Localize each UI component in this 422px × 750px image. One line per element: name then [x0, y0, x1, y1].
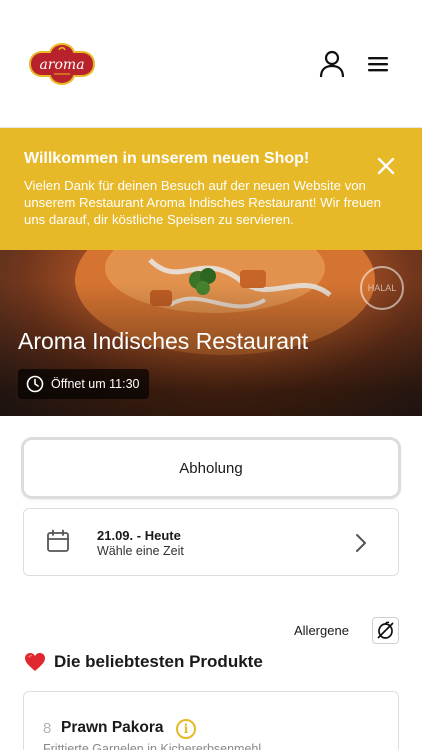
pickup-button[interactable]: Abholung: [24, 440, 398, 496]
allergens-label: Allergene: [294, 623, 349, 638]
product-name: Prawn Pakora: [61, 719, 164, 736]
product-description: Frittierte Garnelen in Kichererbsenmehl: [43, 742, 262, 750]
user-account-button[interactable]: [318, 50, 346, 78]
close-icon: [377, 157, 395, 175]
banner-title: Willkommen in unserem neuen Shop!: [24, 150, 310, 167]
user-icon: [319, 50, 345, 78]
clock-icon: [26, 375, 44, 393]
date-time-selector[interactable]: 21.09. - Heute Wähle eine Zeit: [23, 508, 399, 576]
app-header: aroma: [0, 0, 422, 128]
allergens-filter-button[interactable]: [372, 617, 399, 644]
aroma-logo[interactable]: aroma: [24, 40, 100, 88]
choose-time-label: Wähle eine Zeit: [97, 544, 184, 558]
restaurant-name: Aroma Indisches Restaurant: [18, 328, 309, 354]
allergen-icon: [377, 621, 394, 639]
info-icon[interactable]: i: [176, 719, 196, 739]
halal-badge: HALAL: [360, 266, 404, 310]
welcome-banner: Willkommen in unserem neuen Shop! Vielen…: [0, 128, 422, 250]
heart-icon: [25, 653, 45, 671]
opening-hours-text: Öffnet um 11:30: [51, 377, 140, 391]
hamburger-menu-icon: [368, 57, 388, 72]
popular-products-title: Die beliebtesten Produkte: [54, 652, 263, 671]
product-card[interactable]: 8 Prawn Pakora i Frittierte Garnelen in …: [23, 691, 399, 750]
popular-products-heading: Die beliebtesten Produkte: [24, 652, 263, 672]
banner-close-button[interactable]: [372, 152, 400, 180]
menu-button[interactable]: [364, 50, 392, 78]
chevron-right-icon: [356, 534, 366, 552]
selected-date: 21.09. - Heute: [97, 528, 181, 543]
opening-hours-badge: Öffnet um 11:30: [18, 369, 150, 399]
product-number: 8: [43, 720, 52, 737]
logo-text: aroma: [39, 57, 84, 73]
calendar-icon: [47, 529, 69, 552]
banner-text: Vielen Dank für deinen Besuch auf der ne…: [24, 178, 381, 227]
restaurant-hero: HALAL Aroma Indisches Restaurant Öffnet …: [0, 250, 422, 416]
